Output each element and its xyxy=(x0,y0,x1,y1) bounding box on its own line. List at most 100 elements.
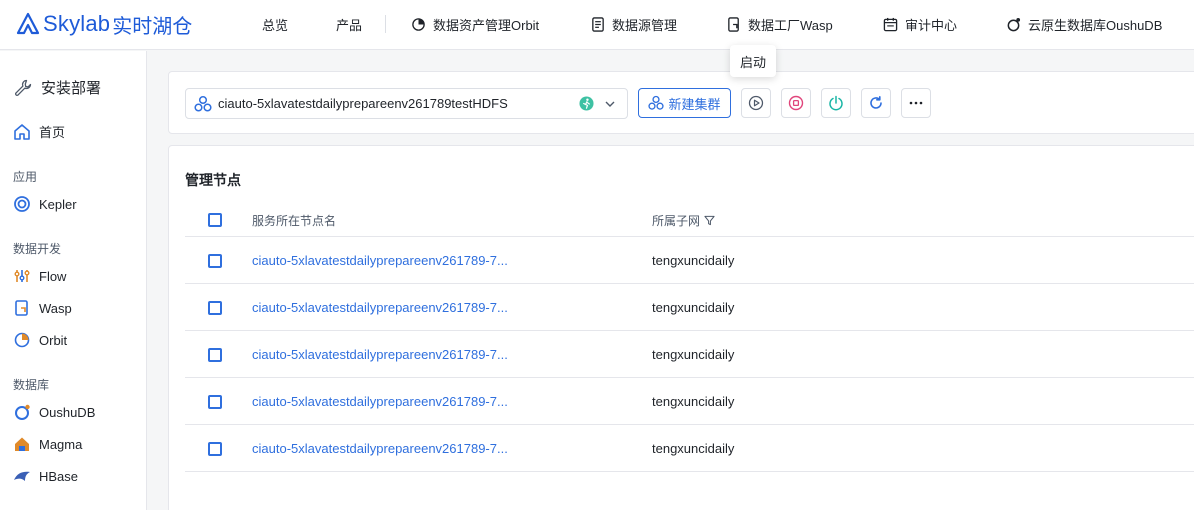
database-ring-icon xyxy=(1007,17,1021,31)
row-checkbox[interactable] xyxy=(208,348,222,362)
nav-label: 审计中心 xyxy=(905,17,958,33)
sidebar-title: 安装部署 xyxy=(13,77,101,98)
cluster-name: ciauto-5xlavatestdailyprepareenv261789te… xyxy=(218,96,508,111)
sidebar-item-label: Magma xyxy=(39,436,83,452)
nav-label: 数据资产管理Orbit xyxy=(433,17,540,33)
select-all-checkbox[interactable] xyxy=(208,213,222,227)
column-header-label: 所属子网 xyxy=(652,214,701,228)
sidebar-item-oushudb[interactable]: OushuDB xyxy=(13,403,95,421)
row-checkbox[interactable] xyxy=(208,442,222,456)
stop-icon xyxy=(788,95,804,111)
sidebar-item-flow[interactable]: Flow xyxy=(13,267,66,285)
column-header-label: 服务所在节点名 xyxy=(252,214,337,228)
new-cluster-label: 新建集群 xyxy=(668,96,721,112)
row-checkbox[interactable] xyxy=(208,395,222,409)
sidebar: 安装部署 首页 应用 Kepler 数据开发 Flow Wasp Orbit 数… xyxy=(0,51,147,510)
nav-label: 数据工厂Wasp xyxy=(748,17,833,33)
column-header-node: 服务所在节点名 xyxy=(252,212,336,229)
nav-divider xyxy=(385,15,386,33)
cluster-select[interactable]: ciauto-5xlavatestdailyprepareenv261789te… xyxy=(185,88,628,119)
sidebar-item-orbit[interactable]: Orbit xyxy=(13,331,67,349)
power-icon xyxy=(829,95,843,111)
orbit-icon xyxy=(412,17,425,31)
node-name-link[interactable]: ciauto-5xlavatestdailyprepareenv261789-7… xyxy=(252,253,508,268)
new-cluster-button[interactable]: 新建集群 xyxy=(638,88,731,118)
power-button[interactable] xyxy=(821,88,851,118)
node-name-link[interactable]: ciauto-5xlavatestdailyprepareenv261789-7… xyxy=(252,394,508,409)
nav-overview[interactable]: 总览 xyxy=(262,0,288,48)
node-name-link[interactable]: ciauto-5xlavatestdailyprepareenv261789-7… xyxy=(252,347,508,362)
nodes-table: 服务所在节点名 所属子网 ciauto-5xlavatestdailyprepa… xyxy=(185,202,1194,472)
chevron-down-icon xyxy=(605,101,615,107)
sidebar-item-label: Wasp xyxy=(39,300,72,316)
nav-wasp[interactable]: 数据工厂Wasp xyxy=(727,0,833,48)
more-icon xyxy=(909,101,923,105)
skylab-logo[interactable]: Skylab 实时湖仓 xyxy=(16,9,192,39)
start-button[interactable] xyxy=(741,88,771,118)
sidebar-group-dev: 数据开发 xyxy=(13,242,62,256)
nav-label: 总览 xyxy=(262,17,289,33)
sidebar-group-apps: 应用 xyxy=(13,170,38,184)
table-row: ciauto-5xlavatestdailyprepareenv261789-7… xyxy=(185,378,1194,425)
node-name-link[interactable]: ciauto-5xlavatestdailyprepareenv261789-7… xyxy=(252,300,508,315)
table-row: ciauto-5xlavatestdailyprepareenv261789-7… xyxy=(185,425,1194,472)
refresh-icon xyxy=(870,96,882,109)
row-checkbox[interactable] xyxy=(208,301,222,315)
nav-label: 云原生数据库OushuDB xyxy=(1028,17,1163,33)
magma-icon xyxy=(15,437,29,451)
more-button[interactable] xyxy=(901,88,931,118)
flow-icon xyxy=(14,270,30,282)
brand-suffix: 实时湖仓 xyxy=(112,15,193,38)
nav-datasource[interactable]: 数据源管理 xyxy=(591,0,677,48)
subnet-cell: tengxuncidaily xyxy=(652,441,735,456)
filter-icon[interactable] xyxy=(704,215,715,226)
subnet-cell: tengxuncidaily xyxy=(652,300,735,315)
calendar-icon xyxy=(883,17,898,31)
nav-orbit[interactable]: 数据资产管理Orbit xyxy=(411,0,539,48)
document-icon xyxy=(592,16,604,32)
cluster-icon xyxy=(194,95,212,112)
refresh-button[interactable] xyxy=(861,88,891,118)
nav-products[interactable]: 产品 xyxy=(336,0,362,48)
running-status-icon xyxy=(579,96,594,111)
sidebar-item-label: HBase xyxy=(39,468,79,484)
stop-button[interactable] xyxy=(781,88,811,118)
table-row: ciauto-5xlavatestdailyprepareenv261789-7… xyxy=(185,331,1194,378)
sidebar-item-label: OushuDB xyxy=(39,404,96,420)
oushudb-icon xyxy=(15,404,30,420)
nav-audit[interactable]: 审计中心 xyxy=(883,0,957,48)
hbase-icon xyxy=(14,471,30,481)
start-tooltip: 启动 xyxy=(730,45,776,77)
sidebar-item-home[interactable]: 首页 xyxy=(13,122,65,141)
node-name-link[interactable]: ciauto-5xlavatestdailyprepareenv261789-7… xyxy=(252,441,508,456)
table-row: ciauto-5xlavatestdailyprepareenv261789-7… xyxy=(185,237,1194,284)
panel-title: 管理节点 xyxy=(185,172,241,188)
table-header: 服务所在节点名 所属子网 xyxy=(185,202,1194,237)
cluster-toolbar: ciauto-5xlavatestdailyprepareenv261789te… xyxy=(168,71,1194,134)
sidebar-item-hbase[interactable]: HBase xyxy=(13,467,78,485)
sidebar-item-kepler[interactable]: Kepler xyxy=(13,195,77,213)
top-nav-bar: Skylab 实时湖仓 总览 产品 数据资产管理Orbit 数据源管理 数据工厂… xyxy=(0,0,1194,50)
wrench-icon xyxy=(15,79,32,96)
sidebar-item-label: Flow xyxy=(39,268,67,284)
skylab-logo-icon xyxy=(16,12,40,35)
subnet-cell: tengxuncidaily xyxy=(652,347,735,362)
management-nodes-panel: 管理节点 服务所在节点名 所属子网 ciauto-5xlavatestdaily… xyxy=(168,145,1194,510)
factory-icon xyxy=(728,16,739,32)
sidebar-item-label: Kepler xyxy=(39,196,77,212)
sidebar-item-label: Orbit xyxy=(39,332,68,348)
brand-name: Skylab xyxy=(43,11,111,36)
cluster-icon xyxy=(648,95,665,110)
kepler-icon xyxy=(14,196,30,212)
home-icon xyxy=(14,123,30,140)
row-checkbox[interactable] xyxy=(208,254,222,268)
sidebar-item-label: 首页 xyxy=(39,125,66,140)
nav-label: 产品 xyxy=(336,17,363,33)
table-row: ciauto-5xlavatestdailyprepareenv261789-7… xyxy=(185,284,1194,331)
nav-oushudb[interactable]: 云原生数据库OushuDB xyxy=(1006,0,1162,48)
wasp-icon xyxy=(15,300,28,316)
sidebar-title-label: 安装部署 xyxy=(41,80,102,97)
sidebar-item-wasp[interactable]: Wasp xyxy=(13,299,72,317)
subnet-cell: tengxuncidaily xyxy=(652,394,735,409)
sidebar-item-magma[interactable]: Magma xyxy=(13,435,82,453)
